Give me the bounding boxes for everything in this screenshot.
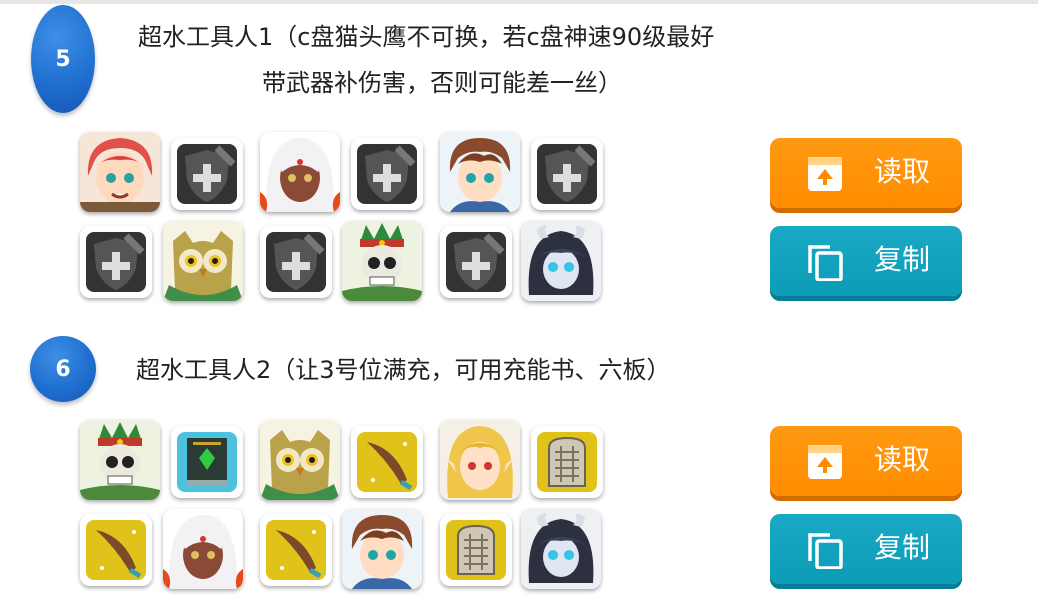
feather-quill-weapon-icon[interactable] <box>351 426 423 498</box>
empty-weapon-slot-icon[interactable] <box>440 226 512 298</box>
copy-icon <box>808 533 843 569</box>
hero-dark-horned-portrait[interactable] <box>521 221 601 301</box>
stone-tablet-item-icon[interactable] <box>531 426 603 498</box>
read-button-label: 读取 <box>874 155 931 188</box>
tray-upload-icon <box>808 445 842 479</box>
hero-brown-hair-portrait[interactable] <box>342 509 422 589</box>
hero-skeleton-king-portrait[interactable] <box>342 221 422 301</box>
read-button[interactable]: 读取 <box>770 426 962 496</box>
feather-quill-weapon-icon[interactable] <box>80 514 152 586</box>
empty-weapon-slot-icon[interactable] <box>531 138 603 210</box>
team-title: 超水工具人2（让3号位满充，可用充能书、六板） <box>136 356 671 384</box>
empty-weapon-slot-icon[interactable] <box>351 138 423 210</box>
copy-button[interactable]: 复制 <box>770 226 962 296</box>
stone-tablet-item-icon[interactable] <box>440 514 512 586</box>
green-spellbook-item-icon[interactable] <box>171 426 243 498</box>
hero-skeleton-king-portrait[interactable] <box>80 420 160 500</box>
team-number-badge: 5 <box>31 5 95 113</box>
copy-button-label: 复制 <box>874 243 931 276</box>
read-button[interactable]: 读取 <box>770 138 962 208</box>
hero-white-hair-portrait[interactable] <box>260 132 340 212</box>
empty-weapon-slot-icon[interactable] <box>171 138 243 210</box>
copy-button-label: 复制 <box>874 531 931 564</box>
hero-dark-horned-portrait[interactable] <box>521 509 601 589</box>
empty-weapon-slot-icon[interactable] <box>80 226 152 298</box>
copy-icon <box>808 245 843 281</box>
hero-white-hair-portrait[interactable] <box>163 509 243 589</box>
tray-upload-icon <box>808 157 842 191</box>
hero-red-hair-portrait[interactable] <box>80 132 160 212</box>
hero-owl-portrait[interactable] <box>163 221 243 301</box>
top-divider <box>0 0 1038 4</box>
empty-weapon-slot-icon[interactable] <box>260 226 332 298</box>
hero-brown-hair-portrait[interactable] <box>440 132 520 212</box>
read-button-label: 读取 <box>874 443 931 476</box>
copy-button[interactable]: 复制 <box>770 514 962 584</box>
hero-owl-portrait[interactable] <box>260 420 340 500</box>
team-number-badge: 6 <box>30 336 96 402</box>
team-title-line-2: 带武器补伤害，否则可能差一丝） <box>262 69 622 97</box>
team-title-line-1: 超水工具人1（c盘猫头鹰不可换，若c盘神速90级最好 <box>138 23 715 51</box>
hero-blonde-elf-portrait[interactable] <box>440 420 520 500</box>
feather-quill-weapon-icon[interactable] <box>260 514 332 586</box>
